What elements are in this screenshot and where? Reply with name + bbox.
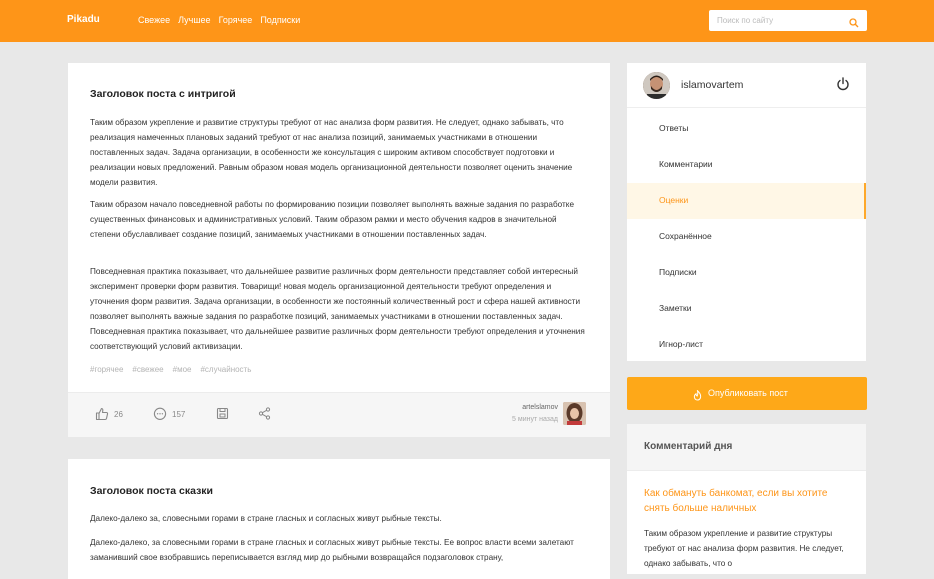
publish-post-button[interactable]: Опубликовать пост (627, 377, 867, 410)
menu-item-ignore-list[interactable]: Игнор-лист (627, 327, 866, 363)
main-nav: Свежее Лучшее Горячее Подписки (138, 15, 300, 25)
save-button[interactable] (216, 407, 229, 420)
post-card: Заголовок поста сказки Далеко-далеко за,… (68, 459, 610, 579)
comment-of-day-heading: Комментарий дня (644, 441, 733, 452)
post-footer: 26 157 artelslamov 5 минут назад (68, 392, 610, 437)
post-card: Заголовок поста с интригой Таким образом… (68, 63, 610, 437)
menu-item-label: Оценки (659, 195, 689, 205)
menu-item-notes[interactable]: Заметки (627, 291, 866, 327)
post-paragraph: Повседневная практика показывает, что да… (90, 267, 585, 351)
post-author: artelslamov 5 минут назад (512, 404, 558, 423)
tag-link[interactable]: #случайность (200, 365, 251, 374)
menu-item-label: Комментарии (659, 159, 713, 169)
comments-button[interactable]: 157 (153, 407, 185, 421)
like-button[interactable]: 26 (95, 407, 123, 421)
post-paragraph: Таким образом начало повседневной работы… (90, 200, 575, 239)
user-header: islamovartem (627, 63, 866, 108)
tag-link[interactable]: #свежее (132, 365, 163, 374)
nav-best[interactable]: Лучшее (178, 15, 210, 25)
comment-of-day-text: Таким образом укрепление и развитие стру… (644, 529, 844, 568)
nav-subscriptions[interactable]: Подписки (260, 15, 300, 25)
author-name[interactable]: artelslamov (512, 404, 558, 411)
share-icon (258, 407, 271, 420)
comment-icon (153, 407, 167, 420)
post-paragraph: Таким образом укрепление и развитие стру… (90, 118, 573, 187)
menu-item-subscriptions[interactable]: Подписки (627, 255, 866, 291)
comment-count: 157 (172, 409, 186, 419)
menu-item-label: Подписки (659, 267, 697, 277)
share-button[interactable] (258, 407, 271, 420)
post-tags: #горячее #свежее #мое #случайность (90, 365, 251, 374)
user-card: islamovartem Ответы Комментарии Оценки С… (627, 63, 866, 361)
thumbs-up-icon (95, 407, 109, 421)
menu-item-label: Заметки (659, 303, 692, 313)
author-avatar[interactable] (563, 402, 586, 425)
menu-item-ratings[interactable]: Оценки (627, 183, 866, 219)
post-paragraph: Далеко-далеко за, словесными горами в ст… (90, 514, 442, 523)
search-box (709, 10, 867, 31)
flame-icon (693, 388, 702, 406)
tag-link[interactable]: #мое (173, 365, 192, 374)
menu-item-label: Сохранённое (659, 231, 712, 241)
post-title[interactable]: Заголовок поста с интригой (90, 88, 236, 100)
power-icon (837, 77, 849, 91)
logo[interactable]: Pikadu (67, 14, 100, 25)
post-time: 5 минут назад (512, 416, 558, 423)
avatar[interactable] (643, 72, 670, 99)
publish-label: Опубликовать пост (708, 388, 788, 398)
tag-link[interactable]: #горячее (90, 365, 123, 374)
logout-button[interactable] (836, 77, 850, 96)
save-icon (216, 407, 229, 420)
post-title[interactable]: Заголовок поста сказки (90, 485, 213, 497)
username[interactable]: islamovartem (681, 79, 743, 91)
nav-fresh[interactable]: Свежее (138, 15, 170, 25)
like-count: 26 (114, 409, 123, 419)
post-paragraph: Далеко-далеко, за словесными горами в ст… (90, 538, 574, 562)
menu-item-saved[interactable]: Сохранённое (627, 219, 866, 255)
comment-of-day: Комментарий дня Как обмануть банкомат, е… (627, 424, 866, 574)
menu-item-label: Игнор-лист (659, 339, 704, 349)
menu-item-comments[interactable]: Комментарии (627, 147, 866, 183)
menu-item-answers[interactable]: Ответы (627, 111, 866, 147)
search-input[interactable] (717, 14, 837, 27)
comment-of-day-header: Комментарий дня (627, 424, 866, 471)
search-icon[interactable] (849, 15, 859, 33)
top-bar: Pikadu Свежее Лучшее Горячее Подписки (0, 0, 934, 42)
menu-item-label: Ответы (659, 123, 689, 133)
comment-of-day-title[interactable]: Как обмануть банкомат, если вы хотите сн… (644, 486, 844, 516)
nav-hot[interactable]: Горячее (219, 15, 253, 25)
